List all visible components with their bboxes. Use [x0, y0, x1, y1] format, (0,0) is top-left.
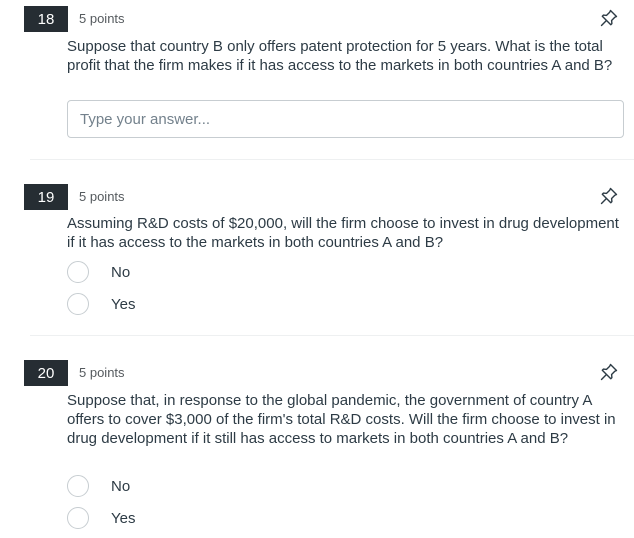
question-points: 5 points	[79, 189, 125, 204]
question-points: 5 points	[79, 11, 125, 26]
radio-button[interactable]	[67, 293, 89, 315]
option-yes[interactable]: Yes	[67, 506, 135, 530]
option-label: Yes	[111, 509, 136, 527]
question-number: 20	[24, 360, 68, 386]
option-yes[interactable]: Yes	[67, 292, 135, 316]
radio-button[interactable]	[67, 507, 89, 529]
divider	[30, 159, 634, 160]
divider	[30, 335, 634, 336]
option-no[interactable]: No	[67, 260, 130, 284]
option-label: Yes	[111, 295, 136, 313]
question-points: 5 points	[79, 365, 125, 380]
radio-button[interactable]	[67, 261, 89, 283]
question-text: Assuming R&D costs of $20,000, will the …	[67, 215, 619, 251]
pushpin-icon[interactable]	[598, 7, 620, 29]
question-number: 18	[24, 6, 68, 32]
answer-input[interactable]	[67, 100, 624, 138]
pushpin-icon[interactable]	[598, 185, 620, 207]
question-number: 19	[24, 184, 68, 210]
question-text: Suppose that, in response to the global …	[67, 392, 616, 447]
question-text: Suppose that country B only offers paten…	[67, 38, 613, 74]
option-label: No	[111, 477, 131, 495]
radio-button[interactable]	[67, 475, 89, 497]
option-no[interactable]: No	[67, 474, 130, 498]
option-label: No	[111, 263, 131, 281]
pushpin-icon[interactable]	[598, 361, 620, 383]
